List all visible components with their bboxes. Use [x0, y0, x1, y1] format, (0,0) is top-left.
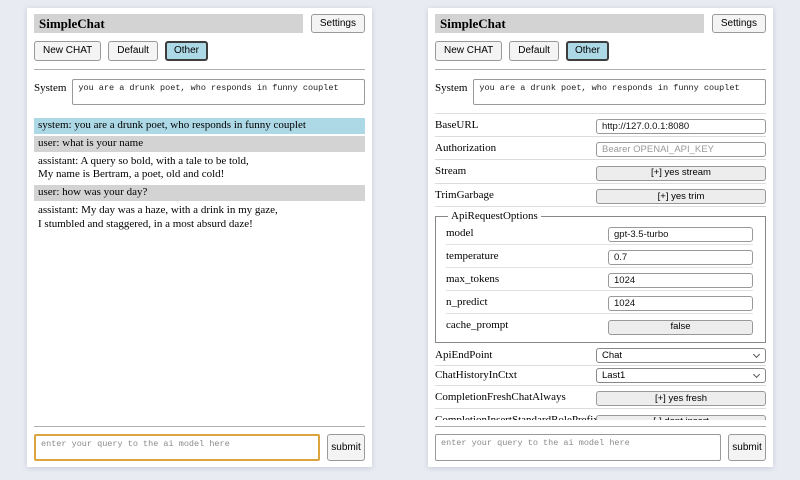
- n-predict-input[interactable]: [608, 296, 753, 311]
- query-input[interactable]: [435, 434, 721, 461]
- n-predict-label: n_predict: [446, 296, 608, 308]
- settings-button[interactable]: Settings: [712, 14, 766, 33]
- system-prompt-input[interactable]: you are a drunk poet, who responds in fu…: [72, 79, 365, 105]
- temperature-label: temperature: [446, 250, 608, 262]
- temperature-input[interactable]: [608, 250, 753, 265]
- chat-message-list: system: you are a drunk poet, who respon…: [34, 116, 365, 420]
- stream-label: Stream: [435, 165, 596, 177]
- settings-button[interactable]: Settings: [311, 14, 365, 33]
- authorization-input[interactable]: [596, 142, 766, 157]
- query-area: submit: [435, 424, 766, 461]
- cache-prompt-toggle-button[interactable]: false: [608, 320, 753, 335]
- app-title: SimpleChat: [34, 14, 303, 33]
- authorization-label: Authorization: [435, 142, 596, 154]
- divider: [34, 69, 365, 70]
- setting-row-authorization: Authorization: [435, 137, 766, 160]
- setting-row-chat-history-in-ctxt: ChatHistoryInCtxt Last1: [435, 366, 766, 386]
- session-tab-other[interactable]: Other: [566, 41, 609, 61]
- system-prompt-row: System you are a drunk poet, who respond…: [435, 79, 766, 105]
- cache-prompt-label: cache_prompt: [446, 319, 608, 331]
- trimgarbage-label: TrimGarbage: [435, 189, 596, 201]
- model-label: model: [446, 227, 608, 239]
- setting-row-cache-prompt: cache_prompt false: [446, 314, 753, 337]
- setting-row-model: model: [446, 222, 753, 245]
- completion-fresh-chat-toggle-button[interactable]: [+] yes fresh: [596, 391, 766, 406]
- settings-list: BaseURL Authorization Stream [+] yes str…: [435, 113, 766, 420]
- completion-fresh-chat-always-label: CompletionFreshChatAlways: [435, 391, 596, 403]
- max-tokens-input[interactable]: [608, 273, 753, 288]
- stream-toggle-button[interactable]: [+] yes stream: [596, 166, 766, 181]
- api-request-options-legend: ApiRequestOptions: [448, 210, 541, 222]
- chat-history-in-ctxt-label: ChatHistoryInCtxt: [435, 369, 596, 381]
- session-row: New CHAT Default Other: [435, 41, 766, 61]
- divider: [34, 426, 365, 427]
- api-request-options-fieldset: ApiRequestOptions model temperature max_…: [435, 210, 766, 343]
- api-endpoint-select[interactable]: Chat: [596, 348, 766, 363]
- baseurl-label: BaseURL: [435, 119, 596, 131]
- system-label: System: [34, 79, 66, 94]
- chat-message-user: user: what is your name: [34, 136, 365, 152]
- setting-row-baseurl: BaseURL: [435, 114, 766, 137]
- chat-message-assistant: assistant: My day was a haze, with a dri…: [34, 203, 365, 233]
- setting-row-trimgarbage: TrimGarbage [+] yes trim: [435, 184, 766, 208]
- session-tab-other[interactable]: Other: [165, 41, 208, 61]
- chevron-down-icon: [753, 350, 760, 357]
- model-input[interactable]: [608, 227, 753, 242]
- submit-button[interactable]: submit: [728, 434, 766, 461]
- divider: [435, 426, 766, 427]
- chat-history-in-ctxt-select[interactable]: Last1: [596, 368, 766, 383]
- chat-panel: SimpleChat Settings New CHAT Default Oth…: [27, 8, 372, 467]
- new-chat-button[interactable]: New CHAT: [435, 41, 502, 61]
- setting-row-completion-fresh-chat-always: CompletionFreshChatAlways [+] yes fresh: [435, 386, 766, 410]
- trimgarbage-toggle-button[interactable]: [+] yes trim: [596, 189, 766, 204]
- completion-insert-role-prefix-toggle-button[interactable]: [-] dont insert: [596, 415, 766, 421]
- divider: [435, 69, 766, 70]
- completion-insert-standard-role-prefix-label: CompletionInsertStandardRolePrefix: [435, 414, 596, 420]
- session-tab-default[interactable]: Default: [108, 41, 158, 61]
- query-input[interactable]: [34, 434, 320, 461]
- chat-titlebar: SimpleChat Settings: [34, 14, 365, 33]
- api-endpoint-selected-value: Chat: [602, 350, 622, 361]
- submit-button[interactable]: submit: [327, 434, 365, 461]
- setting-row-n-predict: n_predict: [446, 291, 753, 314]
- chat-message-user: user: how was your day?: [34, 185, 365, 201]
- settings-panel: SimpleChat Settings New CHAT Default Oth…: [428, 8, 773, 467]
- baseurl-input[interactable]: [596, 119, 766, 134]
- system-label: System: [435, 79, 467, 94]
- chat-message-system: system: you are a drunk poet, who respon…: [34, 118, 365, 134]
- setting-row-stream: Stream [+] yes stream: [435, 160, 766, 184]
- setting-row-temperature: temperature: [446, 245, 753, 268]
- session-row: New CHAT Default Other: [34, 41, 365, 61]
- query-area: submit: [34, 424, 365, 461]
- max-tokens-label: max_tokens: [446, 273, 608, 285]
- setting-row-max-tokens: max_tokens: [446, 268, 753, 291]
- app-title: SimpleChat: [435, 14, 704, 33]
- system-prompt-row: System you are a drunk poet, who respond…: [34, 79, 365, 105]
- api-endpoint-label: ApiEndPoint: [435, 349, 596, 361]
- setting-row-api-endpoint: ApiEndPoint Chat: [435, 346, 766, 366]
- session-tab-default[interactable]: Default: [509, 41, 559, 61]
- settings-titlebar: SimpleChat Settings: [435, 14, 766, 33]
- new-chat-button[interactable]: New CHAT: [34, 41, 101, 61]
- chat-history-selected-value: Last1: [602, 370, 625, 381]
- chevron-down-icon: [753, 370, 760, 377]
- system-prompt-input[interactable]: you are a drunk poet, who responds in fu…: [473, 79, 766, 105]
- chat-message-assistant: assistant: A query so bold, with a tale …: [34, 154, 365, 184]
- setting-row-completion-insert-standard-role-prefix: CompletionInsertStandardRolePrefix [-] d…: [435, 409, 766, 420]
- page: SimpleChat Settings New CHAT Default Oth…: [0, 0, 800, 467]
